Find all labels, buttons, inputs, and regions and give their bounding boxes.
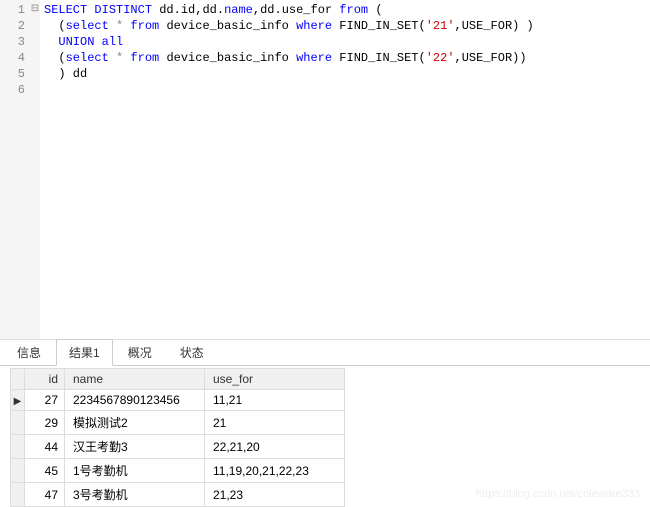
code-line[interactable]: ) dd [44, 66, 646, 82]
table-row[interactable]: 473号考勤机21,23 [11, 483, 345, 507]
tab-结果1[interactable]: 结果1 [56, 339, 113, 366]
code-line[interactable]: (select * from device_basic_info where F… [44, 18, 646, 34]
cell-name[interactable]: 汉王考勤3 [65, 435, 205, 459]
line-number: 5 [0, 66, 25, 82]
cell-use-for[interactable]: 22,21,20 [205, 435, 345, 459]
code-line[interactable] [44, 82, 646, 98]
cell-id[interactable]: 45 [25, 459, 65, 483]
results-panel: 信息结果1概况状态 idnameuse_for ▶272234567890123… [0, 340, 650, 507]
fold-marker [30, 50, 40, 66]
tab-信息[interactable]: 信息 [4, 339, 54, 365]
line-number: 3 [0, 34, 25, 50]
cell-use-for[interactable]: 11,21 [205, 390, 345, 411]
row-marker [11, 435, 25, 459]
row-marker [11, 459, 25, 483]
table-row[interactable]: 44汉王考勤322,21,20 [11, 435, 345, 459]
column-header-name[interactable]: name [65, 369, 205, 390]
line-number: 2 [0, 18, 25, 34]
cell-id[interactable]: 47 [25, 483, 65, 507]
fold-marker[interactable]: ⊟ [30, 2, 40, 18]
row-marker [11, 411, 25, 435]
line-number: 1 [0, 2, 25, 18]
column-header-use_for[interactable]: use_for [205, 369, 345, 390]
line-number: 4 [0, 50, 25, 66]
table-row[interactable]: ▶27223456789012345611,21 [11, 390, 345, 411]
line-number: 6 [0, 82, 25, 98]
code-area[interactable]: SELECT DISTINCT dd.id,dd.name,dd.use_for… [40, 0, 650, 339]
cell-use-for[interactable]: 21,23 [205, 483, 345, 507]
cell-id[interactable]: 44 [25, 435, 65, 459]
fold-gutter: ⊟ [30, 0, 40, 339]
table-row[interactable]: 451号考勤机11,19,20,21,22,23 [11, 459, 345, 483]
table-row[interactable]: 29模拟测试221 [11, 411, 345, 435]
cell-id[interactable]: 27 [25, 390, 65, 411]
cell-name[interactable]: 1号考勤机 [65, 459, 205, 483]
cell-name[interactable]: 2234567890123456 [65, 390, 205, 411]
tab-概况[interactable]: 概况 [115, 339, 165, 365]
row-marker [11, 483, 25, 507]
column-header-id[interactable]: id [25, 369, 65, 390]
code-line[interactable]: SELECT DISTINCT dd.id,dd.name,dd.use_for… [44, 2, 646, 18]
fold-marker [30, 18, 40, 34]
row-marker: ▶ [11, 390, 25, 411]
fold-marker [30, 66, 40, 82]
cell-use-for[interactable]: 21 [205, 411, 345, 435]
sql-editor[interactable]: 123456 ⊟ SELECT DISTINCT dd.id,dd.name,d… [0, 0, 650, 340]
tab-状态[interactable]: 状态 [167, 339, 217, 365]
watermark: https://blog.csdn.net/coleware333 [476, 488, 640, 500]
cell-use-for[interactable]: 11,19,20,21,22,23 [205, 459, 345, 483]
grid-header-row: idnameuse_for [11, 369, 345, 390]
cell-id[interactable]: 29 [25, 411, 65, 435]
cell-name[interactable]: 模拟测试2 [65, 411, 205, 435]
cell-name[interactable]: 3号考勤机 [65, 483, 205, 507]
code-line[interactable]: (select * from device_basic_info where F… [44, 50, 646, 66]
row-marker-header [11, 369, 25, 390]
fold-marker [30, 34, 40, 50]
results-grid[interactable]: idnameuse_for ▶27223456789012345611,2129… [10, 368, 345, 507]
current-row-icon: ▶ [14, 396, 22, 407]
results-tabs: 信息结果1概况状态 [0, 340, 650, 366]
fold-marker [30, 82, 40, 98]
line-number-gutter: 123456 [0, 0, 30, 339]
code-line[interactable]: UNION all [44, 34, 646, 50]
